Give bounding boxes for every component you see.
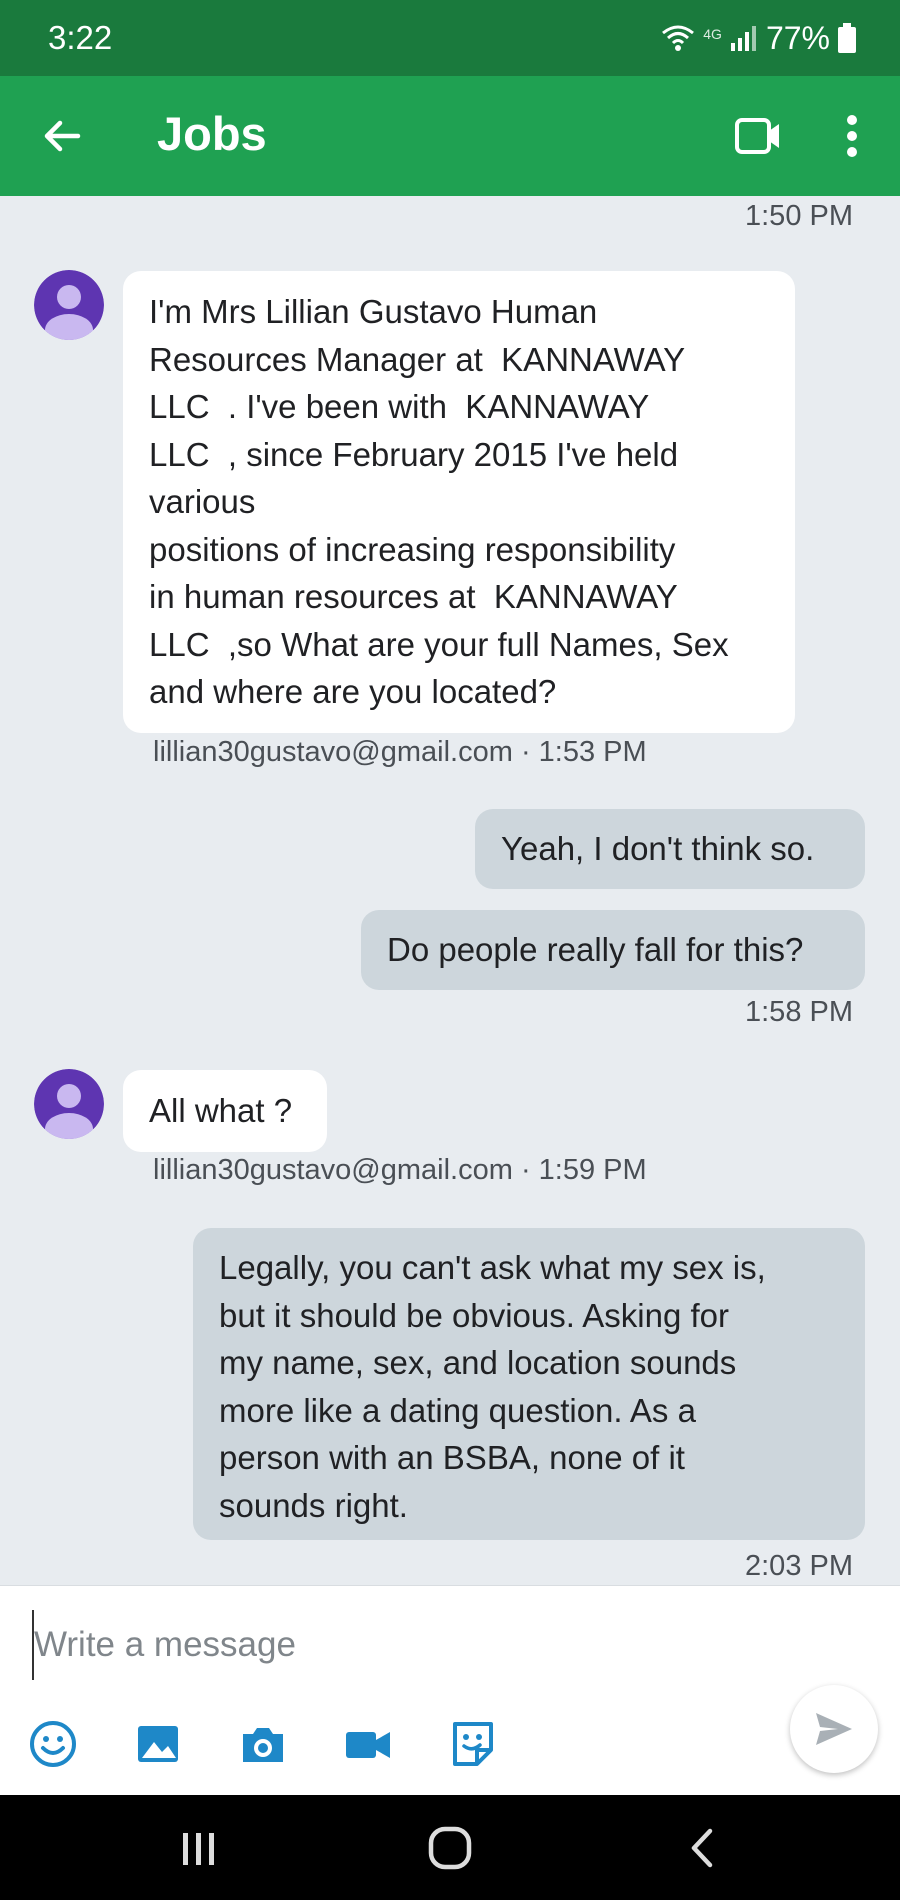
person-icon (34, 1069, 104, 1139)
sticker-icon[interactable] (447, 1718, 499, 1770)
message-timestamp: 1:58 PM (745, 996, 853, 1028)
incoming-message-bubble[interactable]: All what ? (123, 1070, 327, 1152)
wifi-icon (662, 25, 695, 51)
back-nav-icon[interactable] (678, 1823, 728, 1873)
outgoing-message-bubble[interactable]: Legally, you can't ask what my sex is, b… (193, 1228, 865, 1540)
message-sender-meta: lillian30gustavo@gmail.com · 1:53 PM (153, 736, 647, 768)
avatar[interactable] (34, 1069, 104, 1139)
video-call-icon[interactable] (734, 114, 782, 158)
avatar[interactable] (34, 270, 104, 340)
battery-percent: 77% (765, 19, 830, 56)
system-navigation-bar (0, 1795, 900, 1900)
status-bar: 3:22 4G 77% (0, 0, 900, 76)
conversation-title: Jobs (157, 107, 267, 160)
message-list[interactable]: 1:50 PM I'm Mrs Lillian Gustavo Human Re… (0, 196, 900, 1585)
status-time: 3:22 (48, 19, 113, 56)
send-icon (816, 1713, 852, 1745)
signal-icon (730, 26, 756, 51)
home-icon[interactable] (425, 1823, 475, 1873)
message-sender-meta: lillian30gustavo@gmail.com · 1:59 PM (153, 1154, 647, 1186)
send-button[interactable] (790, 1685, 878, 1773)
status-icons: 4G 77% (661, 20, 856, 57)
recent-apps-icon[interactable] (174, 1823, 224, 1873)
app-bar: Jobs (0, 76, 900, 196)
outgoing-message-bubble[interactable]: Yeah, I don't think so. (475, 809, 865, 889)
outgoing-message-bubble[interactable]: Do people really fall for this? (361, 910, 865, 990)
back-arrow-icon[interactable] (38, 112, 86, 160)
person-icon (34, 270, 104, 340)
message-timestamp: 2:03 PM (745, 1550, 853, 1582)
battery-icon (838, 23, 856, 53)
network-type: 4G (703, 25, 722, 42)
video-icon[interactable] (342, 1718, 394, 1770)
emoji-icon[interactable] (27, 1718, 79, 1770)
message-input[interactable] (32, 1610, 734, 1680)
message-timestamp: 1:50 PM (745, 200, 853, 232)
more-vert-icon[interactable] (836, 112, 868, 160)
camera-icon[interactable] (237, 1718, 289, 1770)
incoming-message-bubble[interactable]: I'm Mrs Lillian Gustavo Human Resources … (123, 271, 795, 733)
image-icon[interactable] (132, 1718, 184, 1770)
